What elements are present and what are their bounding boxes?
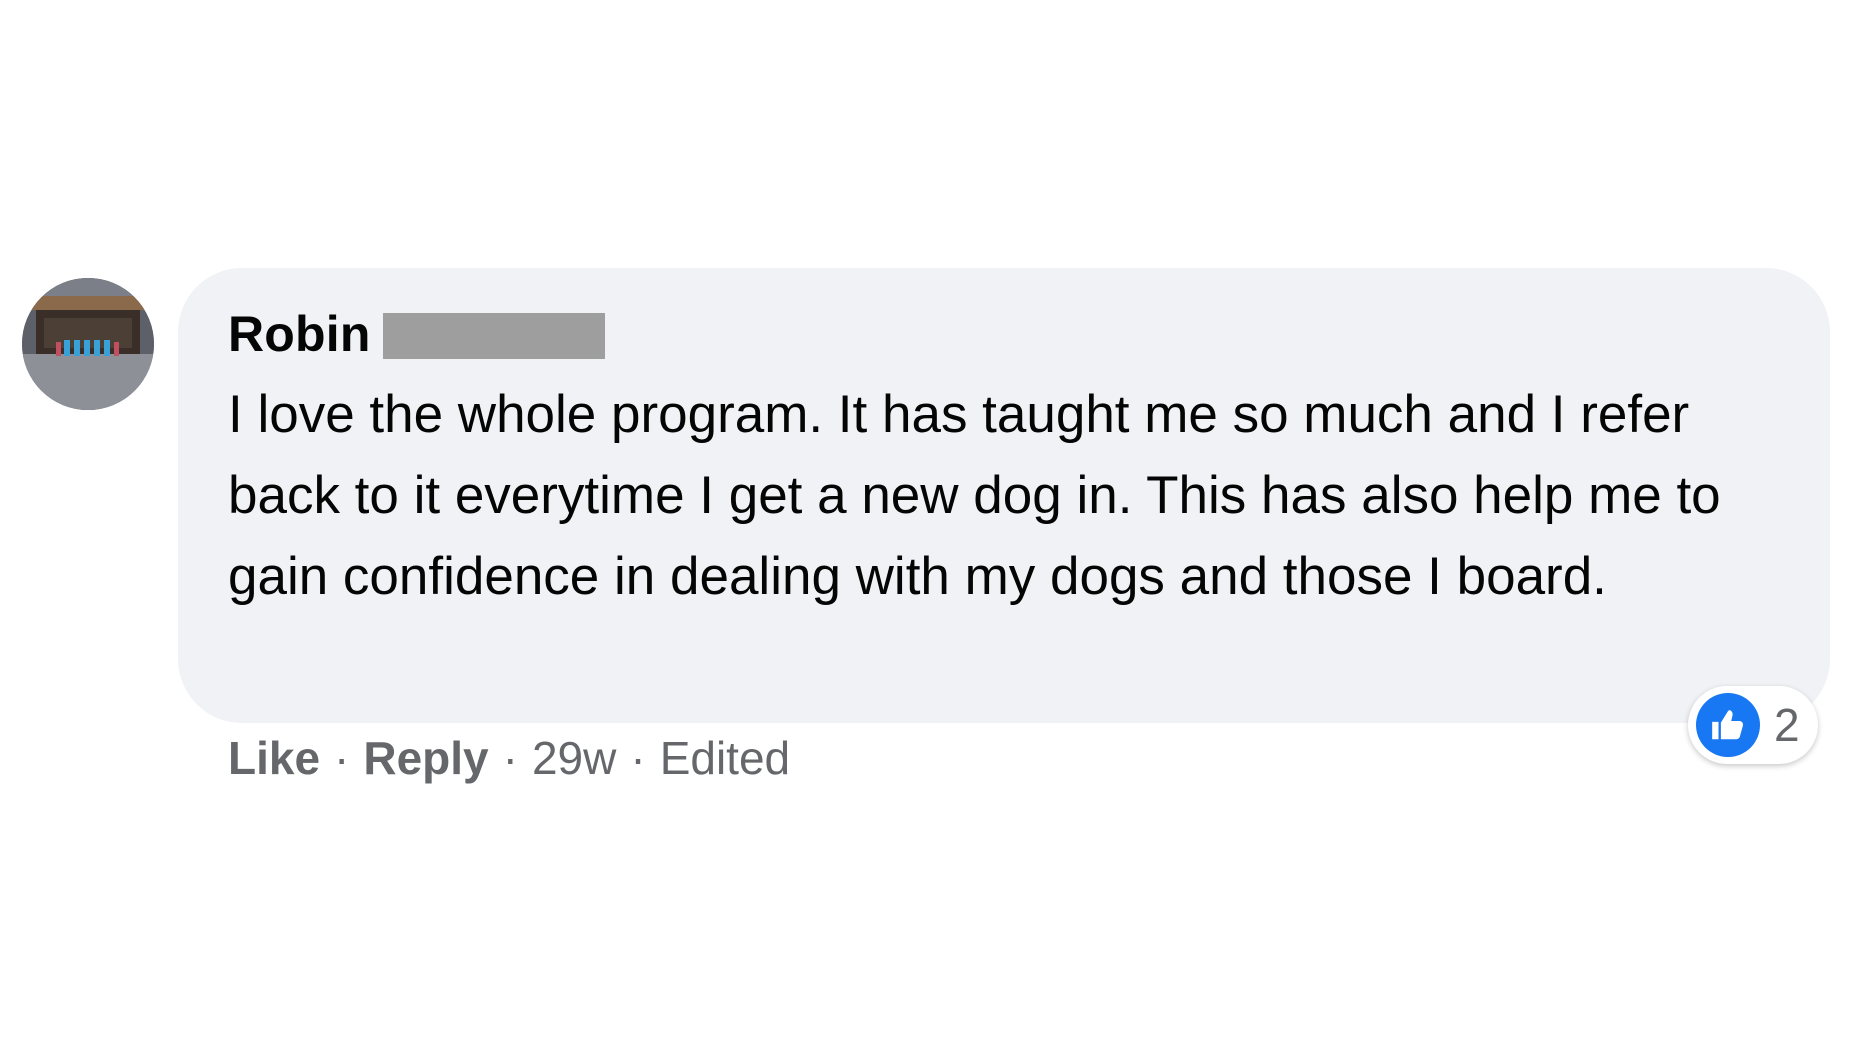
reaction-summary[interactable]: 2 — [1688, 686, 1818, 764]
edited-label[interactable]: Edited — [660, 731, 790, 785]
author-row: Robin — [228, 304, 1790, 364]
timestamp[interactable]: 29w — [532, 731, 616, 785]
avatar[interactable] — [22, 278, 154, 410]
separator: · — [334, 732, 350, 784]
thumbs-up-icon — [1696, 693, 1760, 757]
comment-text: I love the whole program. It has taught … — [228, 385, 1721, 606]
redacted-surname — [382, 313, 605, 359]
like-button[interactable]: Like — [228, 731, 320, 785]
separator: · — [630, 732, 646, 784]
avatar-photo — [22, 278, 154, 410]
reaction-count: 2 — [1774, 699, 1800, 751]
comment-bubble: Robin I love the whole program. It has t… — [178, 268, 1830, 723]
comment-container: Robin I love the whole program. It has t… — [0, 0, 1856, 1044]
reply-button[interactable]: Reply — [363, 731, 488, 785]
separator: · — [502, 732, 518, 784]
comment-actions: Like · Reply · 29w · Edited — [228, 728, 790, 788]
author-name[interactable]: Robin — [228, 305, 371, 363]
